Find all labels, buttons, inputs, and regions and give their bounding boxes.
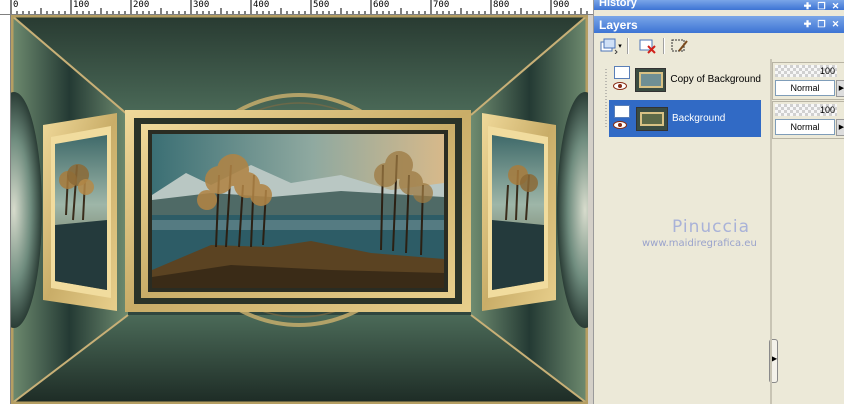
layer-properties-copy-of-background: 100 Normal ▶ (772, 62, 844, 100)
ruler-label: 100 (73, 0, 90, 10)
watermark-title: Pinuccia (672, 217, 750, 237)
new-layer-dropdown-icon[interactable]: ▾ (616, 37, 624, 55)
close-icon[interactable]: ✕ (830, 1, 841, 12)
layer-row-copy-of-background[interactable]: Copy of Background (609, 61, 761, 98)
layers-panel-title: Layers (599, 18, 638, 32)
opacity-slider[interactable]: 100 (775, 104, 837, 116)
blend-mode-arrow-icon[interactable]: ▶ (836, 80, 844, 97)
restore-icon[interactable]: ❐ (816, 1, 827, 12)
blend-mode-select[interactable]: Normal (775, 80, 835, 96)
layer-row-background[interactable]: Background (609, 100, 761, 137)
canvas-area: 0 100 200 300 400 500 600 700 800 900 (0, 0, 593, 404)
layer-name: Background (672, 113, 726, 124)
ruler-label: 500 (313, 0, 330, 10)
eye-icon[interactable] (613, 82, 627, 90)
history-panel-title: History (599, 0, 637, 9)
side-panels: History ✚ ❐ ✕ Layers ✚ ❐ ✕ ▾ Copy of Bac… (593, 0, 844, 404)
layers-toolbar: ▾ (594, 34, 844, 58)
layer-list: Copy of Background Background Pinuccia w… (604, 59, 778, 404)
ruler-label: 600 (373, 0, 390, 10)
ruler-label: 0 (13, 0, 19, 10)
canvas-image[interactable] (11, 15, 588, 404)
ruler-label: 300 (193, 0, 210, 10)
layer-name: Copy of Background (670, 74, 761, 85)
ruler-label: 400 (253, 0, 270, 10)
layer-properties-background: 100 Normal ▶ (772, 101, 844, 139)
eye-icon[interactable] (613, 121, 627, 129)
edit-mask-button[interactable] (670, 37, 690, 55)
delete-layer-icon (639, 39, 656, 54)
history-panel-title-bar[interactable]: History ✚ ❐ ✕ (594, 0, 844, 12)
horizontal-ruler: 0 100 200 300 400 500 600 700 800 900 (0, 0, 593, 15)
blend-mode-select[interactable]: Normal (775, 119, 835, 135)
layer-thumbnail (636, 106, 668, 131)
pin-icon[interactable]: ✚ (802, 1, 813, 12)
ruler-label: 900 (553, 0, 570, 10)
layers-panel-title-bar[interactable]: Layers ✚ ❐ ✕ (594, 16, 844, 33)
layer-type-icon (614, 66, 630, 79)
vertical-ruler (0, 15, 11, 404)
toolbar-divider (663, 38, 665, 54)
delete-layer-button[interactable] (638, 37, 658, 55)
restore-icon[interactable]: ❐ (816, 19, 827, 30)
layer-thumbnail (635, 67, 667, 92)
layer-type-icon (614, 105, 630, 118)
edit-mask-icon (671, 39, 688, 52)
layer-properties-column: 100 Normal ▶ 100 Normal ▶ (770, 59, 844, 404)
blend-mode-arrow-icon[interactable]: ▶ (836, 119, 844, 136)
pin-icon[interactable]: ✚ (802, 19, 813, 30)
ruler-label: 200 (133, 0, 150, 10)
opacity-slider[interactable]: 100 (775, 65, 837, 77)
toolbar-divider (627, 38, 629, 54)
ruler-label: 800 (493, 0, 510, 10)
close-icon[interactable]: ✕ (830, 19, 841, 30)
ruler-label: 700 (433, 0, 450, 10)
watermark-url: www.maidiregrafica.eu (642, 238, 757, 249)
